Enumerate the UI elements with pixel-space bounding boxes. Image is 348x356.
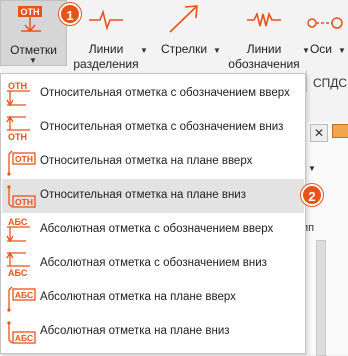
dropdown-arrow-icon[interactable]: ▼ <box>305 162 319 176</box>
menu-item[interactable]: АБС Абсолютная отметка с обозначением вн… <box>2 247 304 281</box>
linii-razdeleniya-label-1: Линии <box>88 42 124 56</box>
group-separator <box>306 70 307 92</box>
menu-item[interactable]: ОТН Относительная отметка с обозначением… <box>2 77 304 111</box>
absolute-mark-down-icon: АБС <box>6 251 30 278</box>
close-icon[interactable]: ✕ <box>310 124 328 142</box>
relative-plan-mark-up-icon: ОТН <box>7 150 36 176</box>
elevation-mark-icon: ОТН <box>18 6 42 33</box>
svg-text:АБС: АБС <box>15 333 33 343</box>
svg-text:ОТН: ОТН <box>15 154 33 164</box>
group-label-spds: СПДС <box>313 76 348 90</box>
arrow-icon <box>169 5 198 33</box>
designation-line-icon <box>247 11 281 27</box>
chevron-down-icon: ▼ <box>213 46 221 55</box>
menu-item-label: Абсолютная отметка с обозначением вниз <box>40 257 267 269</box>
strelki-button[interactable]: Стрелки ▼ <box>152 0 222 78</box>
osi-label: Оси <box>309 42 333 56</box>
strelki-label: Стрелки <box>160 42 208 56</box>
menu-item-label: Относительная отметка на плане вверх <box>40 155 253 167</box>
svg-text:ОТН: ОТН <box>8 81 27 91</box>
chevron-down-icon: ▼ <box>140 46 148 55</box>
svg-text:АБС: АБС <box>15 290 33 300</box>
menu-item[interactable]: ОТН Относительная отметка на плане вниз <box>2 179 304 213</box>
chevron-down-icon: ▼ <box>29 56 37 65</box>
linii-oboznacheniya-label-2: обозначения <box>228 57 300 71</box>
otmetki-button[interactable]: ОТН Отметки ▼ <box>0 0 67 66</box>
osi-button[interactable]: Оси ▼ <box>304 0 348 78</box>
callout-badge-2: 2 <box>301 184 323 206</box>
menu-item[interactable]: ОТН Относительная отметка на плане вверх <box>2 145 304 179</box>
otmetki-dropdown-menu: ОТН Относительная отметка с обозначением… <box>0 73 306 354</box>
menu-item-label: Абсолютная отметка на плане вверх <box>40 291 236 303</box>
menu-item-label: Относительная отметка на плане вниз <box>40 189 247 201</box>
menu-item-label: Относительная отметка с обозначением вни… <box>40 121 284 133</box>
svg-text:ОТН: ОТН <box>8 132 27 142</box>
menu-item-label: Абсолютная отметка на плане вниз <box>40 325 230 337</box>
svg-text:АБС: АБС <box>8 268 28 278</box>
menu-item-label: Абсолютная отметка с обозначением вверх <box>40 223 274 235</box>
svg-text:АБС: АБС <box>8 217 28 227</box>
absolute-plan-mark-down-icon: АБС <box>7 321 36 344</box>
axes-icon <box>307 17 343 29</box>
menu-item[interactable]: АБС Абсолютная отметка на плане вниз <box>2 315 304 349</box>
linii-oboznacheniya-button[interactable]: Линии обозначения ▼ <box>222 0 310 78</box>
menu-item-label: Относительная отметка с обозначением вве… <box>40 87 290 99</box>
linii-razdeleniya-button[interactable]: Линии разделения ▼ <box>70 0 148 78</box>
relative-mark-down-icon: ОТН <box>6 115 30 142</box>
linii-razdeleniya-label-2: разделения <box>73 57 139 71</box>
pane-scrollbar[interactable] <box>316 240 326 356</box>
absolute-mark-up-icon: АБС <box>6 217 30 243</box>
menu-item[interactable]: АБС Абсолютная отметка на плане вверх <box>2 281 304 315</box>
svg-text:ОТН: ОТН <box>21 7 40 17</box>
menu-item[interactable]: АБС Абсолютная отметка с обозначением вв… <box>2 213 304 247</box>
linii-oboznacheniya-label-1: Линии <box>246 42 282 56</box>
svg-text:ОТН: ОТН <box>15 197 33 207</box>
break-line-icon <box>89 9 123 31</box>
folder-tab-icon[interactable] <box>332 124 348 138</box>
menu-item[interactable]: ОТН Относительная отметка с обозначением… <box>2 111 304 145</box>
otmetki-label: Отметки <box>10 43 57 57</box>
relative-plan-mark-down-icon: ОТН <box>7 185 36 208</box>
chevron-down-icon: ▼ <box>338 46 346 55</box>
absolute-plan-mark-up-icon: АБС <box>7 286 36 312</box>
relative-mark-up-icon: ОТН <box>6 81 30 107</box>
